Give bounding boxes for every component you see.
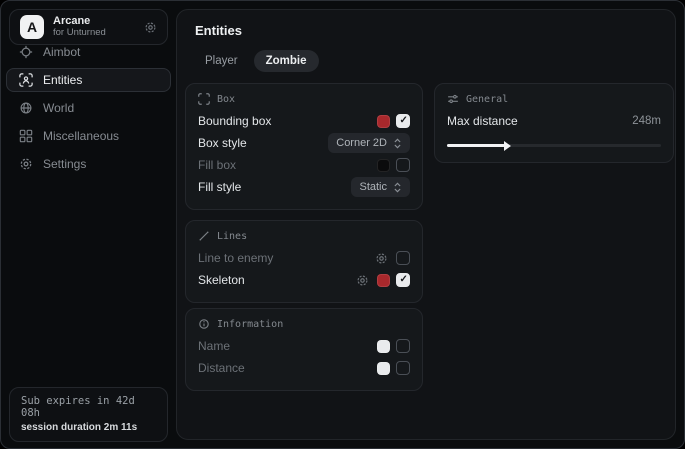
tab-label: Zombie bbox=[266, 55, 307, 67]
setting-label: Fill style bbox=[198, 180, 351, 194]
setting-row-name: Name bbox=[198, 335, 410, 357]
sidebar-item-label: Aimbot bbox=[43, 45, 80, 59]
gear-icon[interactable] bbox=[356, 274, 369, 287]
setting-label: Bounding box bbox=[198, 114, 377, 128]
app-logo: A bbox=[20, 15, 44, 39]
box-corners-icon bbox=[198, 93, 210, 105]
setting-row-box-style: Box style Corner 2D bbox=[198, 132, 410, 154]
box-card: Box Bounding box Box style Corner 2D bbox=[185, 83, 423, 210]
setting-label: Skeleton bbox=[198, 273, 356, 287]
sidebar-nav: Aimbot Entities bbox=[1, 40, 176, 176]
sliders-icon bbox=[447, 93, 459, 105]
setting-row-line-to-enemy: Line to enemy bbox=[198, 247, 410, 269]
setting-row-max-distance: Max distance 248m bbox=[447, 110, 661, 132]
setting-row-bounding-box: Bounding box bbox=[198, 110, 410, 132]
sidebar-item-label: World bbox=[43, 101, 74, 115]
sidebar: A Arcane for Unturned Category bbox=[1, 1, 176, 448]
globe-icon bbox=[19, 101, 33, 115]
max-distance-value: 248m bbox=[632, 115, 661, 127]
card-title: Box bbox=[217, 94, 235, 105]
information-card-header: Information bbox=[198, 318, 410, 330]
grid-icon bbox=[19, 129, 33, 143]
tabs: Player Zombie bbox=[193, 50, 675, 72]
crosshair-icon bbox=[19, 45, 33, 59]
dropdown-value: Corner 2D bbox=[336, 137, 387, 149]
sub-expiry-text: Sub expires in 42d 08h bbox=[21, 395, 156, 419]
color-swatch[interactable] bbox=[377, 159, 390, 172]
sidebar-item-entities[interactable]: Entities bbox=[6, 68, 171, 92]
setting-label: Fill box bbox=[198, 158, 377, 172]
information-card: Information Name Distance bbox=[185, 308, 423, 391]
distance-checkbox[interactable] bbox=[396, 361, 410, 375]
max-distance-slider[interactable] bbox=[447, 141, 661, 151]
color-swatch[interactable] bbox=[377, 362, 390, 375]
skeleton-checkbox[interactable] bbox=[396, 273, 410, 287]
gear-icon[interactable] bbox=[144, 21, 157, 34]
app-meta: Arcane for Unturned bbox=[53, 15, 106, 39]
sidebar-item-label: Settings bbox=[43, 157, 86, 171]
setting-row-fill-style: Fill style Static bbox=[198, 176, 410, 198]
sidebar-header: A Arcane for Unturned bbox=[9, 9, 168, 45]
setting-label: Box style bbox=[198, 136, 328, 150]
main-panel: Entities Player Zombie Box Bounding box bbox=[176, 9, 676, 440]
setting-label: Distance bbox=[198, 361, 377, 375]
box-style-dropdown[interactable]: Corner 2D bbox=[328, 133, 410, 153]
name-checkbox[interactable] bbox=[396, 339, 410, 353]
app-window: A Arcane for Unturned Category bbox=[0, 0, 685, 449]
subscription-info: Sub expires in 42d 08h session duration … bbox=[9, 387, 168, 442]
sidebar-item-miscellaneous[interactable]: Miscellaneous bbox=[6, 124, 171, 148]
tab-player[interactable]: Player bbox=[193, 50, 250, 72]
color-swatch[interactable] bbox=[377, 340, 390, 353]
card-title: Information bbox=[217, 319, 283, 330]
tab-label: Player bbox=[205, 55, 238, 67]
fill-box-checkbox[interactable] bbox=[396, 158, 410, 172]
diagonal-line-icon bbox=[198, 230, 210, 242]
chevron-up-down-icon bbox=[393, 138, 402, 149]
person-scan-icon bbox=[19, 73, 33, 87]
box-card-header: Box bbox=[198, 93, 410, 105]
gear-icon[interactable] bbox=[375, 252, 388, 265]
sidebar-item-label: Miscellaneous bbox=[43, 129, 119, 143]
information-icon bbox=[198, 318, 210, 330]
gear-icon bbox=[19, 157, 33, 171]
line-to-enemy-checkbox[interactable] bbox=[396, 251, 410, 265]
setting-label: Line to enemy bbox=[198, 251, 375, 265]
lines-card: Lines Line to enemy Skeleton bbox=[185, 220, 423, 303]
dropdown-value: Static bbox=[359, 181, 387, 193]
sidebar-item-label: Entities bbox=[43, 73, 82, 87]
session-duration-text: session duration 2m 11s bbox=[21, 422, 156, 433]
setting-row-fill-box: Fill box bbox=[198, 154, 410, 176]
color-swatch[interactable] bbox=[377, 115, 390, 128]
slider-thumb[interactable] bbox=[504, 141, 511, 151]
sidebar-item-settings[interactable]: Settings bbox=[6, 152, 171, 176]
general-card: General Max distance 248m bbox=[434, 83, 674, 163]
color-swatch[interactable] bbox=[377, 274, 390, 287]
app-subtitle: for Unturned bbox=[53, 28, 106, 39]
card-title: Lines bbox=[217, 231, 247, 242]
setting-row-distance: Distance bbox=[198, 357, 410, 379]
lines-card-header: Lines bbox=[198, 230, 410, 242]
tab-zombie[interactable]: Zombie bbox=[254, 50, 319, 72]
fill-style-dropdown[interactable]: Static bbox=[351, 177, 410, 197]
page-title: Entities bbox=[195, 23, 675, 38]
sidebar-item-world[interactable]: World bbox=[6, 96, 171, 120]
bounding-box-checkbox[interactable] bbox=[396, 114, 410, 128]
card-title: General bbox=[466, 94, 508, 105]
setting-row-skeleton: Skeleton bbox=[198, 269, 410, 291]
app-name: Arcane bbox=[53, 15, 106, 28]
general-card-header: General bbox=[447, 93, 661, 105]
slider-fill bbox=[447, 144, 505, 147]
setting-label: Name bbox=[198, 339, 377, 353]
chevron-up-down-icon bbox=[393, 182, 402, 193]
setting-label: Max distance bbox=[447, 114, 632, 128]
